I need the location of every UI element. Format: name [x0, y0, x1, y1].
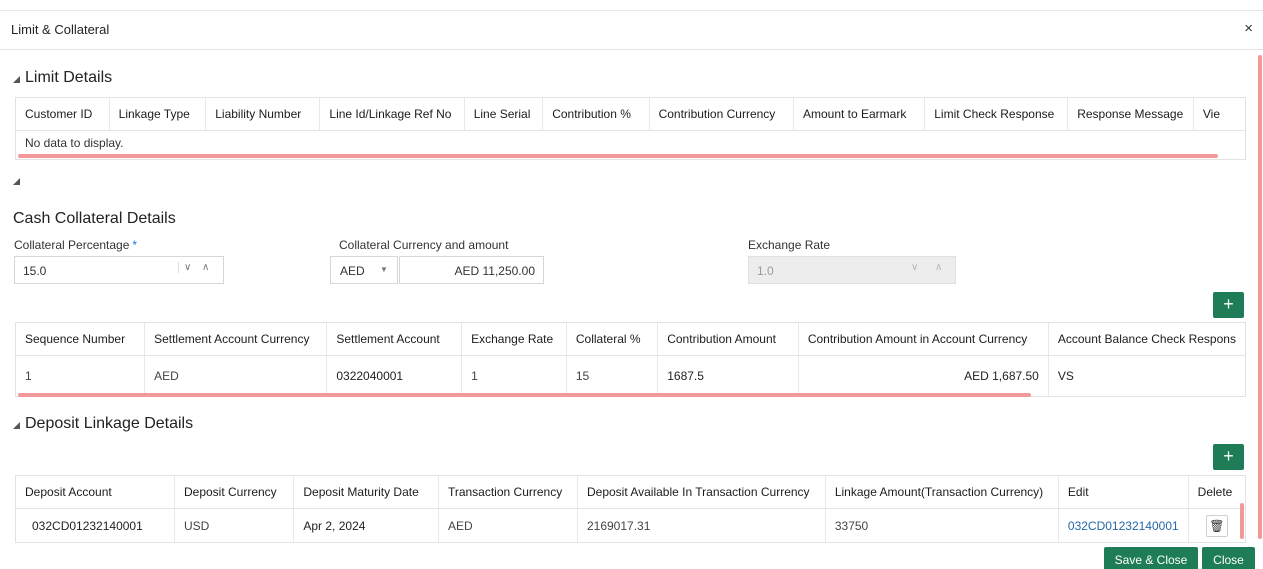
col-delete[interactable]: Delete [1188, 476, 1245, 509]
trash-icon[interactable]: 🗑 [1205, 515, 1228, 538]
col-exchange-rate[interactable]: Exchange Rate [461, 323, 567, 356]
col-contribution-amount-account-currency[interactable]: Contribution Amount in Account Currency [798, 323, 1049, 356]
col-settlement-account-currency[interactable]: Settlement Account Currency [144, 323, 328, 356]
cell-linkage-amount: 33750 [825, 508, 1059, 542]
limit-details-table: Customer ID Linkage Type Liability Numbe… [15, 97, 1246, 160]
col-view[interactable]: Vie [1193, 98, 1245, 131]
dialog-header: Limit & Collateral × [0, 10, 1263, 50]
collateral-currency-label: Collateral Currency and amount [339, 238, 509, 252]
col-deposit-currency[interactable]: Deposit Currency [174, 476, 295, 509]
col-response-message[interactable]: Response Message [1067, 98, 1194, 131]
collapse-toggle[interactable] [13, 176, 25, 185]
col-linkage-amount[interactable]: Linkage Amount(Transaction Currency) [825, 476, 1059, 509]
cell-settlement-account: 0322040001 [326, 355, 463, 396]
col-contribution-currency[interactable]: Contribution Currency [649, 98, 794, 131]
add-deposit-button[interactable]: + [1213, 444, 1244, 470]
limit-details-scrollbar[interactable] [18, 154, 1218, 158]
table-row[interactable]: 1 AED 0322040001 1 15 1687.5 AED 1,687.5… [16, 355, 1245, 396]
increment-icon[interactable]: ∧ [202, 262, 209, 273]
decrement-icon[interactable]: ∨ [178, 262, 191, 273]
col-limit-check-response[interactable]: Limit Check Response [924, 98, 1069, 131]
col-account-balance-check[interactable]: Account Balance Check Respons [1048, 323, 1245, 356]
empty-message: No data to display. [25, 136, 124, 151]
add-collateral-button[interactable]: + [1213, 292, 1244, 318]
collateral-amount-input[interactable]: AED 11,250.00 [399, 256, 544, 284]
col-customer-id[interactable]: Customer ID [16, 98, 110, 131]
cash-collateral-scrollbar[interactable] [18, 393, 1031, 397]
col-edit[interactable]: Edit [1058, 476, 1189, 509]
required-marker: * [132, 238, 138, 252]
limit-details-heading[interactable]: Limit Details [13, 69, 112, 87]
limit-details-header-row: Customer ID Linkage Type Liability Numbe… [16, 98, 1245, 131]
collateral-currency-select[interactable]: AED ▼ [330, 256, 398, 284]
cell-collateral-pct: 15 [566, 355, 659, 396]
cash-collateral-table: Sequence Number Settlement Account Curre… [15, 322, 1246, 397]
collateral-percentage-input[interactable]: 15.0 ∨ ∧ [14, 256, 224, 284]
collapse-triangle-icon [13, 178, 20, 185]
exchange-rate-input: 1.0 ∨ ∧ [748, 256, 956, 284]
col-linkage-type[interactable]: Linkage Type [109, 98, 207, 131]
close-button[interactable]: Close [1202, 547, 1255, 569]
page-vertical-scrollbar[interactable] [1258, 55, 1262, 539]
col-amount-to-earmark[interactable]: Amount to Earmark [793, 98, 926, 131]
cell-deposit-maturity-date: Apr 2, 2024 [293, 508, 439, 542]
collapse-triangle-icon [13, 421, 20, 429]
close-icon[interactable]: × [1244, 20, 1253, 37]
deposit-row-scrollbar[interactable] [1240, 503, 1244, 539]
col-line-id[interactable]: Line Id/Linkage Ref No [319, 98, 465, 131]
col-sequence-number[interactable]: Sequence Number [16, 323, 146, 356]
cell-deposit-account: 032CD01232140001 [16, 508, 175, 542]
deposit-linkage-header-row: Deposit Account Deposit Currency Deposit… [16, 476, 1245, 509]
cell-sequence-number: 1 [16, 355, 146, 396]
cell-transaction-currency: AED [438, 508, 578, 542]
col-contribution-amount[interactable]: Contribution Amount [657, 323, 799, 356]
increment-icon: ∧ [935, 262, 943, 273]
collapse-triangle-icon [13, 75, 20, 83]
cell-contribution-amount-account-currency: AED 1,687.50 [798, 355, 1049, 396]
deposit-linkage-table: Deposit Account Deposit Currency Deposit… [15, 475, 1246, 543]
col-settlement-account[interactable]: Settlement Account [326, 323, 463, 356]
col-contribution-pct[interactable]: Contribution % [542, 98, 650, 131]
collateral-percentage-label: Collateral Percentage * [14, 238, 138, 252]
edit-link[interactable]: 032CD01232140001 [1068, 519, 1179, 533]
decrement-icon: ∨ [911, 262, 919, 273]
cash-collateral-header-row: Sequence Number Settlement Account Curre… [16, 323, 1245, 356]
cell-account-balance-check: VS [1057, 369, 1074, 384]
cell-exchange-rate: 1 [461, 355, 567, 396]
col-transaction-currency[interactable]: Transaction Currency [438, 476, 578, 509]
col-line-serial[interactable]: Line Serial [464, 98, 544, 131]
table-row[interactable]: 032CD01232140001 USD Apr 2, 2024 AED 216… [16, 508, 1245, 542]
cell-delete: 🗑 [1188, 508, 1245, 542]
dialog-title: Limit & Collateral [11, 22, 110, 37]
col-deposit-account[interactable]: Deposit Account [16, 476, 175, 509]
col-deposit-maturity-date[interactable]: Deposit Maturity Date [293, 476, 439, 509]
exchange-rate-label: Exchange Rate [748, 238, 831, 252]
cell-contribution-amount: 1687.5 [657, 355, 799, 396]
save-close-button[interactable]: Save & Close [1104, 547, 1198, 569]
col-deposit-available[interactable]: Deposit Available In Transaction Currenc… [577, 476, 826, 509]
cell-settlement-account-currency: AED [144, 355, 328, 396]
cash-collateral-heading: Cash Collateral Details [13, 210, 176, 227]
col-collateral-pct[interactable]: Collateral % [566, 323, 659, 356]
chevron-down-icon: ▼ [380, 265, 388, 274]
cell-deposit-available: 2169017.31 [577, 508, 826, 542]
col-liability-number[interactable]: Liability Number [205, 98, 321, 131]
deposit-linkage-heading[interactable]: Deposit Linkage Details [13, 415, 193, 433]
cell-deposit-currency: USD [174, 508, 295, 542]
cell-edit: 032CD01232140001 [1058, 508, 1189, 542]
